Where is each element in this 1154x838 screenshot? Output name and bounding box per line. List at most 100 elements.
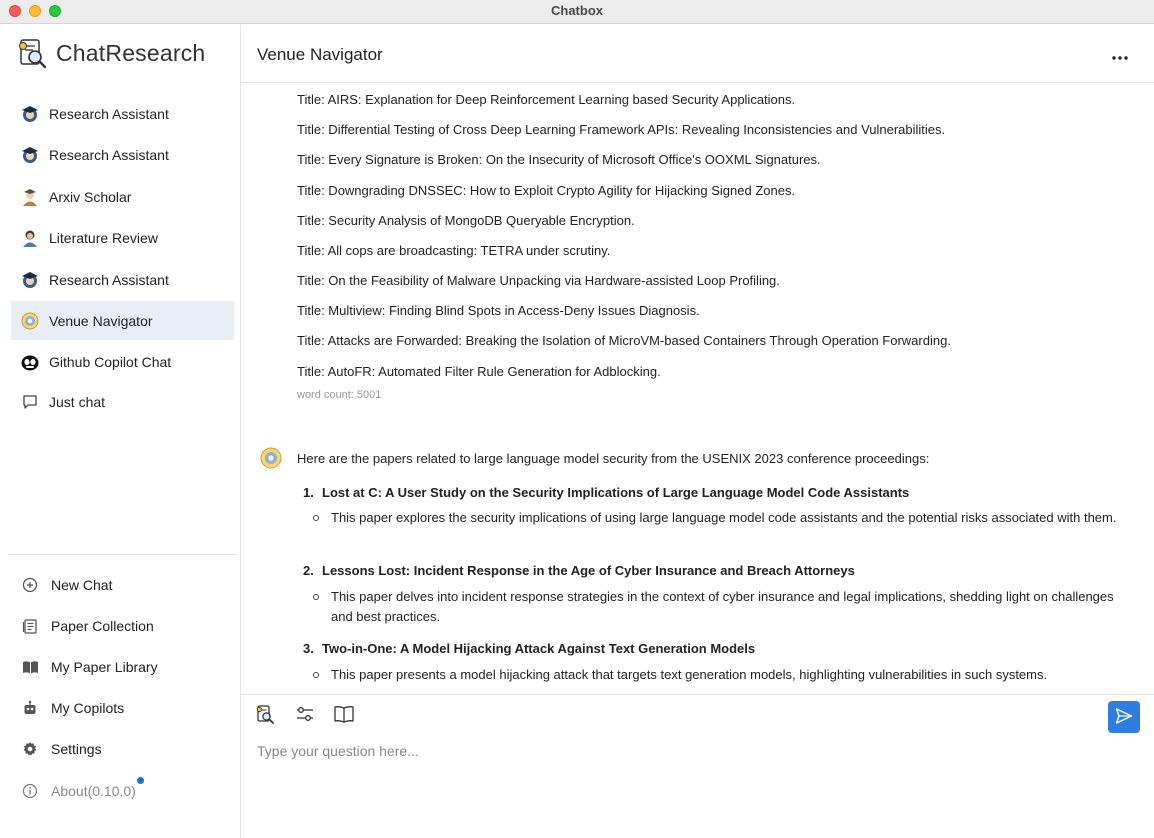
my-copilots-button[interactable]: My Copilots bbox=[11, 688, 234, 727]
brand: ChatResearch bbox=[16, 37, 205, 69]
sidebar-item-label: Research Assistant bbox=[49, 146, 169, 163]
sidebar-item-venue-navigator[interactable]: Venue Navigator bbox=[11, 301, 234, 340]
paper-description: This paper presents a model hijacking at… bbox=[313, 665, 1121, 685]
literature-review-avatar-icon bbox=[20, 228, 40, 248]
bullet-icon bbox=[313, 515, 319, 521]
paper-description-text: This paper presents a model hijacking at… bbox=[331, 667, 1048, 682]
paper-list-item-title: 3. Two-in-One: A Model Hijacking Attack A… bbox=[303, 641, 755, 656]
paper-list-item-title: 1. Lost at C: A User Study on the Securit… bbox=[303, 485, 909, 500]
paper-number: 3. bbox=[303, 641, 314, 656]
more-options-button[interactable] bbox=[1110, 45, 1130, 65]
window-titlebar: Chatbox bbox=[0, 0, 1154, 24]
new-chat-label: New Chat bbox=[51, 576, 113, 593]
settings-label: Settings bbox=[51, 740, 102, 757]
paper-title-line: Title: All cops are broadcasting: TETRA … bbox=[297, 243, 611, 258]
sliders-icon bbox=[295, 704, 315, 727]
paper-title-line: Title: On the Feasibility of Malware Unp… bbox=[297, 273, 780, 288]
new-chat-button[interactable]: New Chat bbox=[11, 565, 234, 604]
add-circle-icon bbox=[20, 575, 40, 595]
about-label: About(0.10.0) bbox=[51, 782, 136, 799]
venue-navigator-avatar-icon bbox=[259, 446, 283, 470]
message-list[interactable]: Title: AIRS: Explanation for Deep Reinfo… bbox=[241, 84, 1154, 694]
sidebar-item-label: Venue Navigator bbox=[49, 312, 153, 329]
paper-title-line: Title: Multiview: Finding Blind Spots in… bbox=[297, 303, 700, 318]
sidebar-item-literature-review[interactable]: Literature Review bbox=[11, 218, 234, 257]
paper-title-line: Title: AutoFR: Automated Filter Rule Gen… bbox=[297, 364, 661, 379]
question-input[interactable] bbox=[257, 739, 1137, 763]
app-window: Chatbox ChatResearch Research Assistant … bbox=[0, 0, 1154, 838]
send-button[interactable] bbox=[1108, 701, 1140, 733]
my-paper-library-label: My Paper Library bbox=[51, 658, 158, 675]
main-panel: Venue Navigator Title: AIRS: Explanation… bbox=[241, 25, 1154, 838]
chat-header: Venue Navigator bbox=[241, 25, 1154, 83]
update-badge-dot bbox=[137, 777, 144, 784]
paper-title: Two-in-One: A Model Hijacking Attack Aga… bbox=[322, 641, 756, 656]
library-tool-button[interactable] bbox=[333, 704, 355, 726]
document-list-icon bbox=[20, 616, 40, 636]
paper-title-line: Title: Attacks are Forwarded: Breaking t… bbox=[297, 333, 951, 348]
paper-number: 2. bbox=[303, 563, 314, 578]
paper-title-line: Title: AIRS: Explanation for Deep Reinfo… bbox=[297, 92, 796, 107]
send-icon bbox=[1115, 707, 1133, 728]
paper-description-text: This paper delves into incident response… bbox=[331, 589, 1114, 624]
composer bbox=[241, 694, 1154, 838]
sidebar-item-label: Just chat bbox=[49, 393, 106, 410]
sidebar-item-github-copilot-chat[interactable]: Github Copilot Chat bbox=[11, 342, 234, 381]
maximize-window-button[interactable] bbox=[49, 5, 61, 17]
paper-search-tool-button[interactable] bbox=[254, 704, 276, 726]
sidebar: ChatResearch Research Assistant Research… bbox=[0, 25, 241, 838]
sidebar-item-label: Github Copilot Chat bbox=[49, 353, 172, 370]
my-copilots-label: My Copilots bbox=[51, 699, 125, 716]
research-assistant-avatar-icon bbox=[20, 104, 40, 124]
settings-sliders-button[interactable] bbox=[294, 704, 316, 726]
word-count: word count: 5001 bbox=[297, 389, 382, 401]
sidebar-divider bbox=[8, 554, 237, 555]
chatresearch-logo-icon bbox=[16, 37, 48, 69]
paper-description: This paper explores the security implica… bbox=[313, 508, 1121, 528]
chat-bubble-icon bbox=[20, 392, 40, 412]
paper-title-line: Title: Security Analysis of MongoDB Quer… bbox=[297, 213, 635, 228]
sidebar-item-research-assistant-2[interactable]: Research Assistant bbox=[11, 135, 234, 174]
assistant-reply-intro: Here are the papers related to large lan… bbox=[297, 451, 930, 466]
library-book-icon bbox=[20, 657, 40, 677]
paper-list-item-title: 2. Lessons Lost: Incident Response in the… bbox=[303, 563, 855, 578]
sidebar-item-arxiv-scholar[interactable]: Arxiv Scholar bbox=[11, 177, 234, 216]
paper-description-text: This paper explores the security implica… bbox=[331, 510, 1117, 525]
paper-collection-button[interactable]: Paper Collection bbox=[11, 606, 234, 645]
paper-title-line: Title: Downgrading DNSSEC: How to Exploi… bbox=[297, 183, 796, 198]
paper-description: This paper delves into incident response… bbox=[313, 587, 1121, 627]
my-paper-library-button[interactable]: My Paper Library bbox=[11, 647, 234, 686]
arxiv-scholar-avatar-icon bbox=[20, 187, 40, 207]
gear-icon bbox=[20, 739, 40, 759]
venue-navigator-avatar-icon bbox=[20, 311, 40, 331]
sidebar-item-label: Arxiv Scholar bbox=[49, 188, 132, 205]
research-assistant-avatar-icon bbox=[20, 270, 40, 290]
bullet-icon bbox=[313, 672, 319, 678]
minimize-window-button[interactable] bbox=[29, 5, 41, 17]
sidebar-item-label: Research Assistant bbox=[49, 271, 169, 288]
paper-search-icon bbox=[255, 704, 275, 727]
sidebar-item-label: Literature Review bbox=[49, 229, 158, 246]
sidebar-item-research-assistant-1[interactable]: Research Assistant bbox=[11, 94, 234, 133]
paper-title: Lost at C: A User Study on the Security … bbox=[322, 485, 910, 500]
robot-icon bbox=[20, 698, 40, 718]
brand-name: ChatResearch bbox=[56, 39, 206, 66]
research-assistant-avatar-icon bbox=[20, 145, 40, 165]
github-copilot-avatar-icon bbox=[20, 352, 40, 372]
paper-title: Lessons Lost: Incident Response in the A… bbox=[322, 563, 855, 578]
sidebar-item-research-assistant-3[interactable]: Research Assistant bbox=[11, 260, 234, 299]
paper-collection-label: Paper Collection bbox=[51, 617, 154, 634]
sidebar-item-label: Research Assistant bbox=[49, 105, 169, 122]
paper-title-line: Title: Differential Testing of Cross Dee… bbox=[297, 122, 946, 137]
close-window-button[interactable] bbox=[9, 5, 21, 17]
bullet-icon bbox=[313, 594, 319, 600]
paper-title-line: Title: Every Signature is Broken: On the… bbox=[297, 152, 821, 167]
more-horizontal-icon bbox=[1112, 47, 1128, 63]
window-title: Chatbox bbox=[551, 3, 603, 18]
about-button[interactable]: About(0.10.0) bbox=[11, 771, 234, 810]
open-book-icon bbox=[333, 704, 355, 727]
info-icon bbox=[20, 781, 40, 801]
settings-button[interactable]: Settings bbox=[11, 729, 234, 768]
paper-number: 1. bbox=[303, 485, 314, 500]
sidebar-item-just-chat[interactable]: Just chat bbox=[11, 382, 234, 421]
